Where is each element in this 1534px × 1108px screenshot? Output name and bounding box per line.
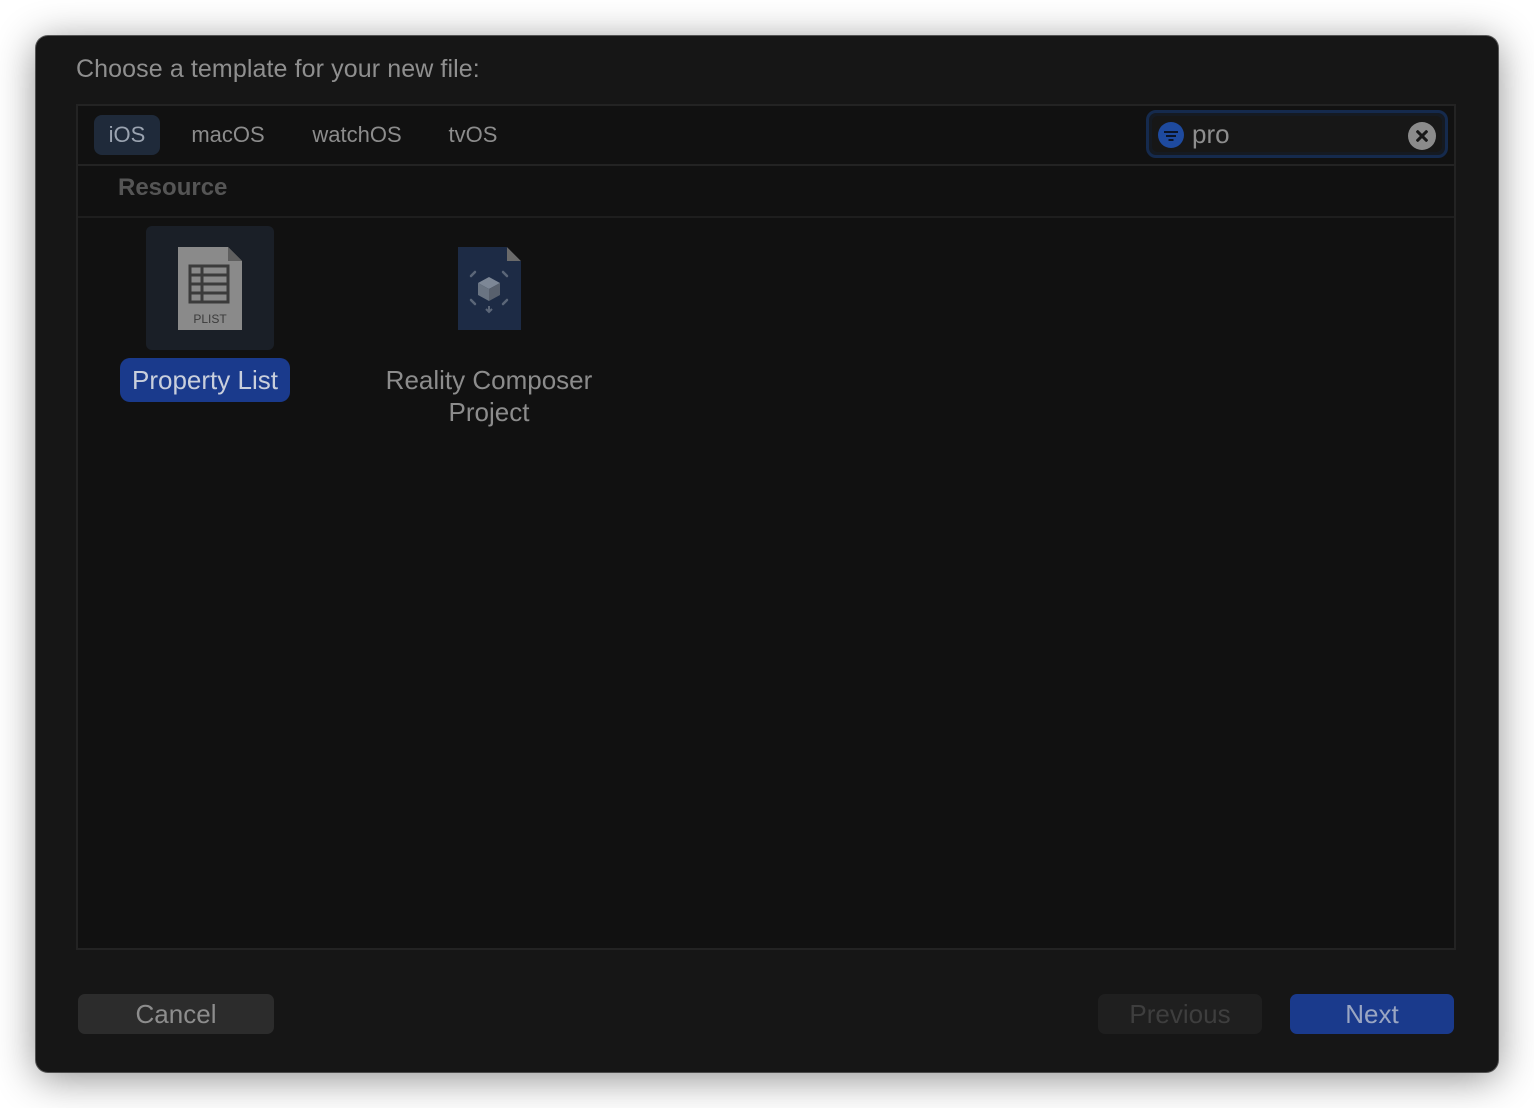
template-label-line-2: Project: [448, 397, 530, 427]
section-header: Resource: [78, 164, 1454, 218]
new-file-template-sheet: Choose a template for your new file: iOS…: [36, 36, 1498, 1072]
tab-ios[interactable]: iOS: [94, 115, 160, 155]
cancel-button[interactable]: Cancel: [78, 994, 274, 1034]
search-field-inner: [1152, 116, 1442, 152]
template-label: Reality Composer Project: [374, 364, 604, 428]
tab-macos[interactable]: macOS: [178, 115, 278, 155]
tile-icon-background: PLIST: [146, 226, 274, 350]
section-label-resource: Resource: [118, 174, 228, 201]
template-search-field[interactable]: [1146, 110, 1448, 158]
template-reality-composer-project[interactable]: Reality Composer Project: [374, 226, 604, 446]
tab-tvos[interactable]: tvOS: [436, 115, 510, 155]
search-input[interactable]: [1192, 116, 1402, 152]
template-label-line-1: Reality Composer: [385, 365, 593, 395]
platform-tab-bar: iOS macOS watchOS tvOS: [78, 106, 1454, 166]
template-browser: iOS macOS watchOS tvOS Resource: [76, 104, 1456, 950]
plist-icon-caption: PLIST: [193, 312, 227, 326]
filter-icon[interactable]: [1158, 122, 1184, 148]
template-label: Property List: [120, 358, 290, 402]
tile-icon-background: [425, 226, 553, 350]
clear-icon[interactable]: [1408, 122, 1436, 150]
dialog-title: Choose a template for your new file:: [76, 55, 480, 83]
tab-watchos[interactable]: watchOS: [298, 115, 416, 155]
plist-file-icon: PLIST: [178, 247, 242, 330]
template-property-list[interactable]: PLIST Property List: [120, 226, 344, 416]
reality-composer-file-icon: [458, 247, 521, 330]
next-button[interactable]: Next: [1290, 994, 1454, 1034]
previous-button[interactable]: Previous: [1098, 994, 1262, 1034]
